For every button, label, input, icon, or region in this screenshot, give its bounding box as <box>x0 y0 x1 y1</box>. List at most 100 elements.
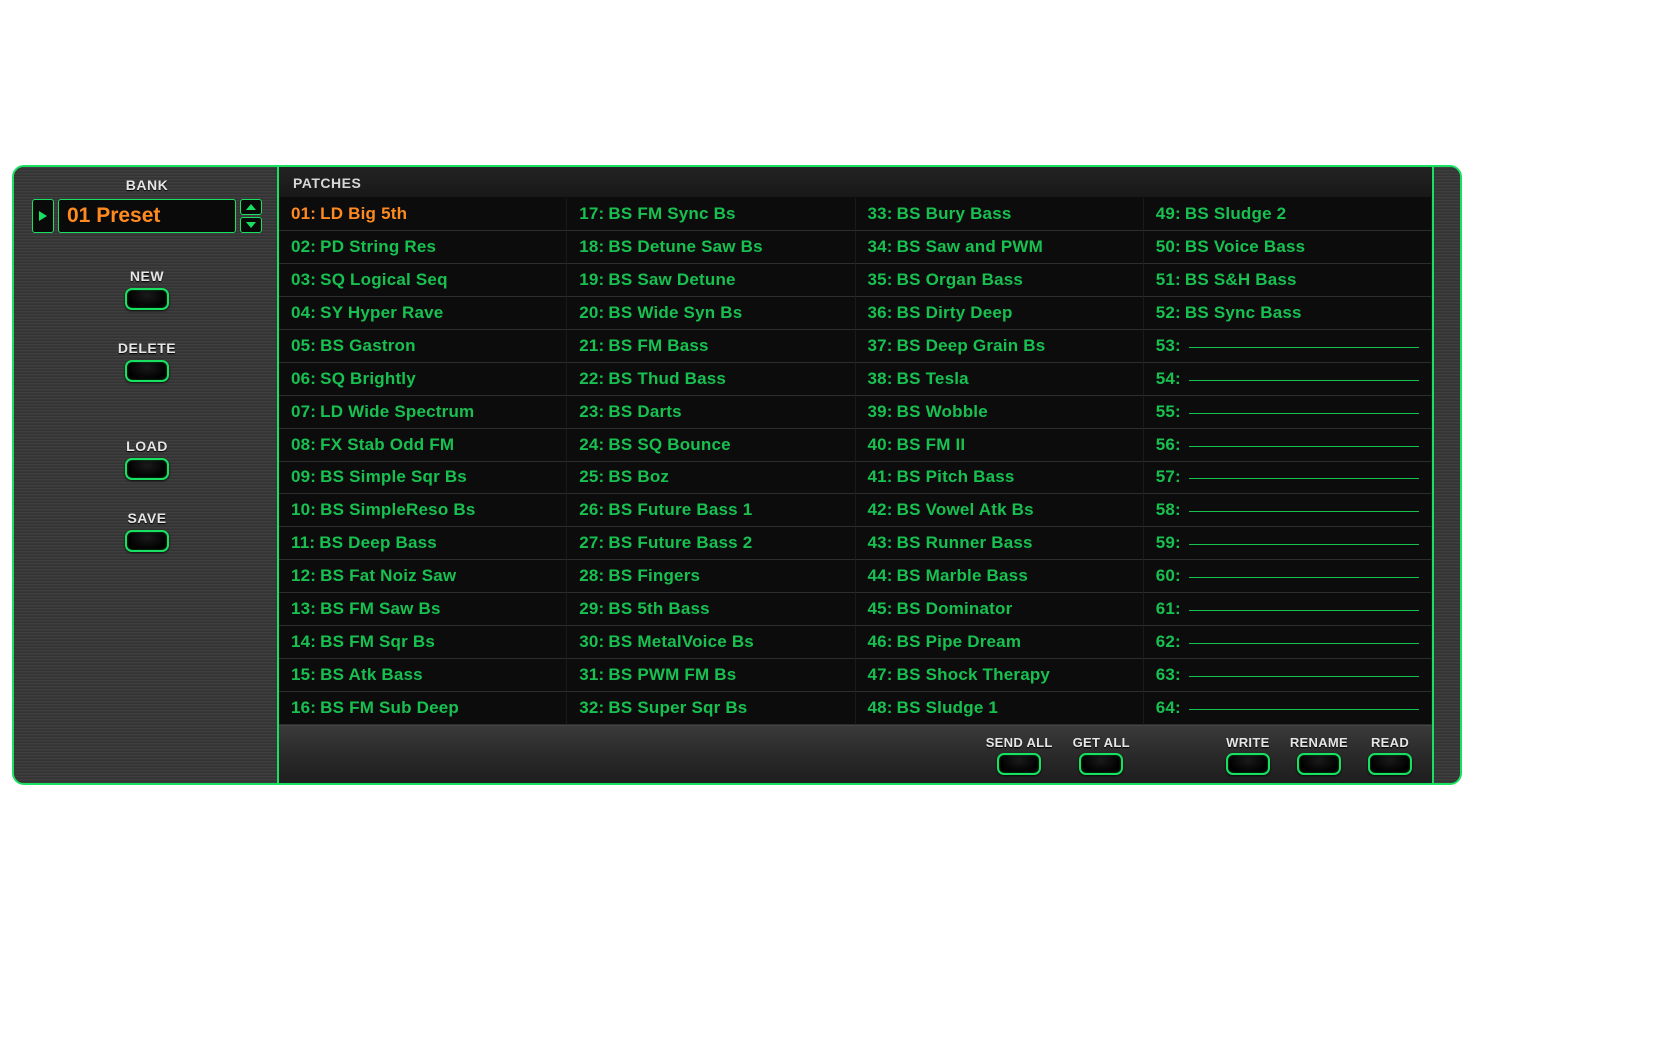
patch-number: 09: <box>291 467 316 487</box>
patch-cell[interactable]: 02: PD String Res <box>279 231 567 264</box>
patch-cell[interactable]: 17: BS FM Sync Bs <box>567 198 855 231</box>
patch-cell[interactable]: 23: BS Darts <box>567 396 855 429</box>
patch-cell[interactable]: 35: BS Organ Bass <box>856 264 1144 297</box>
patch-cell[interactable]: 09: BS Simple Sqr Bs <box>279 462 567 495</box>
patch-cell[interactable]: 05: BS Gastron <box>279 330 567 363</box>
patch-cell[interactable]: 58: <box>1144 494 1432 527</box>
patch-cell[interactable]: 08: FX Stab Odd FM <box>279 429 567 462</box>
patch-cell[interactable]: 48: BS Sludge 1 <box>856 692 1144 725</box>
save-button[interactable] <box>125 530 169 552</box>
patch-cell[interactable]: 51: BS S&H Bass <box>1144 264 1432 297</box>
patch-cell[interactable]: 19: BS Saw Detune <box>567 264 855 297</box>
bank-up-button[interactable] <box>240 199 262 215</box>
patch-number: 03: <box>291 270 316 290</box>
patch-number: 29: <box>579 599 604 619</box>
patch-cell[interactable]: 29: BS 5th Bass <box>567 593 855 626</box>
patch-cell[interactable]: 42: BS Vowel Atk Bs <box>856 494 1144 527</box>
patch-cell[interactable]: 15: BS Atk Bass <box>279 659 567 692</box>
patch-cell[interactable]: 61: <box>1144 593 1432 626</box>
patch-cell[interactable]: 18: BS Detune Saw Bs <box>567 231 855 264</box>
patch-cell[interactable]: 30: BS MetalVoice Bs <box>567 626 855 659</box>
read-button[interactable] <box>1368 753 1412 775</box>
patch-cell[interactable]: 43: BS Runner Bass <box>856 527 1144 560</box>
patch-name: BS Simple Sqr Bs <box>320 467 467 487</box>
patch-cell[interactable]: 32: BS Super Sqr Bs <box>567 692 855 725</box>
patch-cell[interactable]: 10: BS SimpleReso Bs <box>279 494 567 527</box>
patch-cell[interactable]: 13: BS FM Saw Bs <box>279 593 567 626</box>
patch-cell[interactable]: 28: BS Fingers <box>567 560 855 593</box>
new-label: NEW <box>130 268 164 284</box>
patch-cell[interactable]: 46: BS Pipe Dream <box>856 626 1144 659</box>
patch-cell[interactable]: 62: <box>1144 626 1432 659</box>
rename-button[interactable] <box>1297 753 1341 775</box>
patch-cell[interactable]: 20: BS Wide Syn Bs <box>567 297 855 330</box>
patch-name: BS Shock Therapy <box>897 665 1050 685</box>
patch-cell[interactable]: 14: BS FM Sqr Bs <box>279 626 567 659</box>
patch-cell[interactable]: 12: BS Fat Noiz Saw <box>279 560 567 593</box>
patch-cell[interactable]: 27: BS Future Bass 2 <box>567 527 855 560</box>
new-button[interactable] <box>125 288 169 310</box>
patch-number: 15: <box>291 665 316 685</box>
patch-cell[interactable]: 22: BS Thud Bass <box>567 363 855 396</box>
patch-cell[interactable]: 38: BS Tesla <box>856 363 1144 396</box>
empty-slot-line <box>1189 478 1419 479</box>
patch-cell[interactable]: 21: BS FM Bass <box>567 330 855 363</box>
patch-cell[interactable]: 41: BS Pitch Bass <box>856 462 1144 495</box>
empty-slot-line <box>1189 544 1419 545</box>
patch-name: BS FM Sqr Bs <box>320 632 435 652</box>
patch-cell[interactable]: 01: LD Big 5th <box>279 198 567 231</box>
patch-name: BS FM II <box>897 435 966 455</box>
patch-cell[interactable]: 56: <box>1144 429 1432 462</box>
patch-cell[interactable]: 03: SQ Logical Seq <box>279 264 567 297</box>
patch-cell[interactable]: 25: BS Boz <box>567 462 855 495</box>
get-all-button[interactable] <box>1079 753 1123 775</box>
bank-down-button[interactable] <box>240 217 262 233</box>
patch-name: SQ Logical Seq <box>320 270 448 290</box>
bank-display[interactable]: 01 Preset <box>58 199 236 233</box>
patch-cell[interactable]: 54: <box>1144 363 1432 396</box>
patch-name: BS Dominator <box>897 599 1013 619</box>
write-button[interactable] <box>1226 753 1270 775</box>
patch-cell[interactable]: 64: <box>1144 692 1432 725</box>
patch-cell[interactable]: 60: <box>1144 560 1432 593</box>
patch-cell[interactable]: 57: <box>1144 462 1432 495</box>
patch-number: 39: <box>868 402 893 422</box>
delete-button[interactable] <box>125 360 169 382</box>
patch-cell[interactable]: 37: BS Deep Grain Bs <box>856 330 1144 363</box>
patch-cell[interactable]: 49: BS Sludge 2 <box>1144 198 1432 231</box>
patch-cell[interactable]: 63: <box>1144 659 1432 692</box>
patch-cell[interactable]: 59: <box>1144 527 1432 560</box>
send-all-button[interactable] <box>997 753 1041 775</box>
patch-cell[interactable]: 39: BS Wobble <box>856 396 1144 429</box>
patch-number: 17: <box>579 204 604 224</box>
patch-cell[interactable]: 06: SQ Brightly <box>279 363 567 396</box>
load-button[interactable] <box>125 458 169 480</box>
patch-cell[interactable]: 47: BS Shock Therapy <box>856 659 1144 692</box>
patch-name: BS Thud Bass <box>608 369 726 389</box>
patch-cell[interactable]: 16: BS FM Sub Deep <box>279 692 567 725</box>
patch-cell[interactable]: 33: BS Bury Bass <box>856 198 1144 231</box>
patch-cell[interactable]: 53: <box>1144 330 1432 363</box>
patch-cell[interactable]: 26: BS Future Bass 1 <box>567 494 855 527</box>
patch-cell[interactable]: 50: BS Voice Bass <box>1144 231 1432 264</box>
patch-cell[interactable]: 36: BS Dirty Deep <box>856 297 1144 330</box>
patch-cell[interactable]: 34: BS Saw and PWM <box>856 231 1144 264</box>
patch-name: BS Saw and PWM <box>897 237 1043 257</box>
footer-toolbar: SEND ALL GET ALL WRITE RENAME <box>279 725 1432 783</box>
patch-cell[interactable]: 31: BS PWM FM Bs <box>567 659 855 692</box>
load-label: LOAD <box>126 438 168 454</box>
patch-number: 34: <box>868 237 893 257</box>
patch-name: LD Big 5th <box>320 204 407 224</box>
patch-cell[interactable]: 11: BS Deep Bass <box>279 527 567 560</box>
patch-cell[interactable]: 52: BS Sync Bass <box>1144 297 1432 330</box>
patch-cell[interactable]: 40: BS FM II <box>856 429 1144 462</box>
patch-cell[interactable]: 07: LD Wide Spectrum <box>279 396 567 429</box>
patch-cell[interactable]: 45: BS Dominator <box>856 593 1144 626</box>
patch-cell[interactable]: 24: BS SQ Bounce <box>567 429 855 462</box>
patch-cell[interactable]: 55: <box>1144 396 1432 429</box>
patch-name: BS Organ Bass <box>897 270 1023 290</box>
patch-cell[interactable]: 44: BS Marble Bass <box>856 560 1144 593</box>
patch-name: BS Fat Noiz Saw <box>320 566 456 586</box>
bank-play-button[interactable] <box>32 199 54 233</box>
patch-cell[interactable]: 04: SY Hyper Rave <box>279 297 567 330</box>
